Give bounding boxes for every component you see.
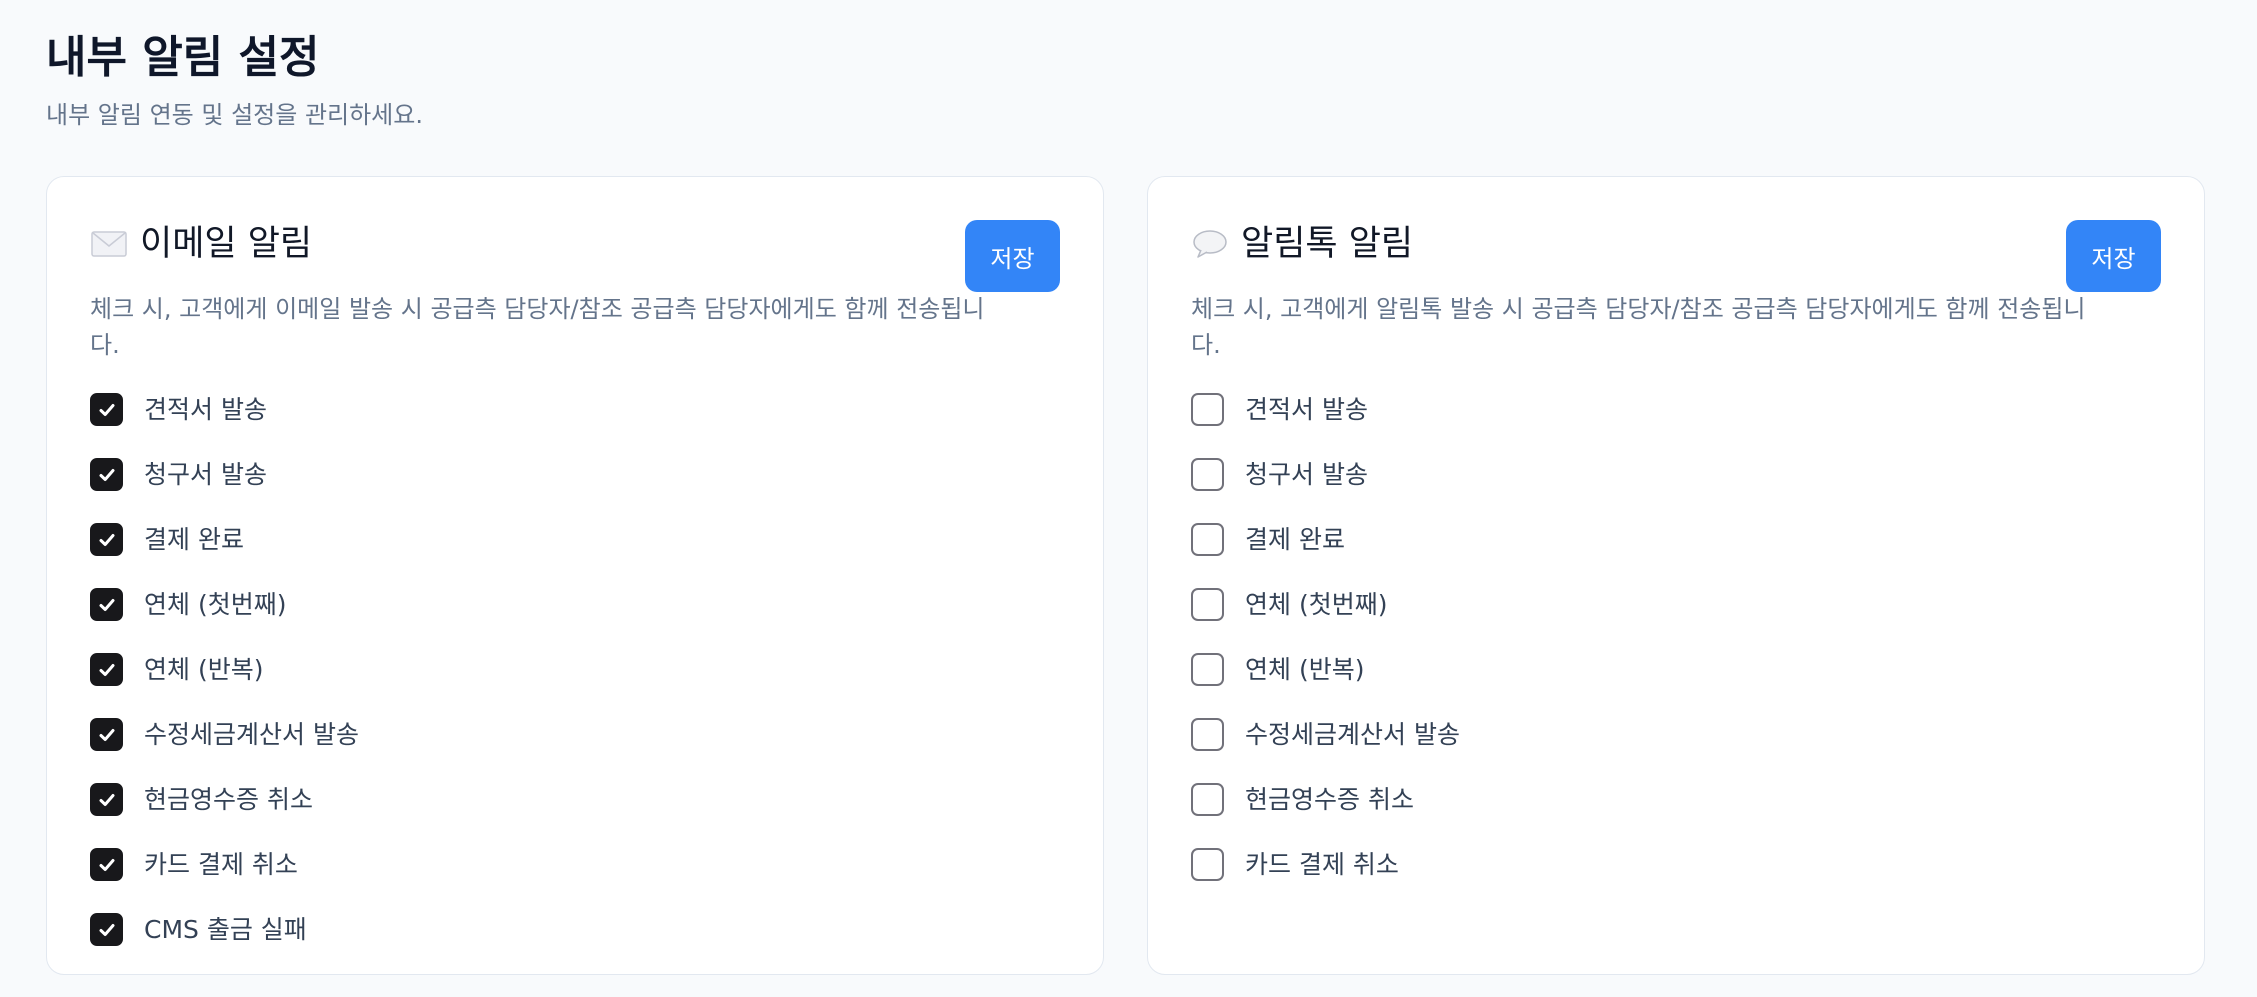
alimtalk-option-item[interactable]: 청구서 발송 (1191, 442, 1460, 507)
alimtalk-option-item[interactable]: 카드 결제 취소 (1191, 832, 1460, 897)
email-option-item[interactable]: 연체 (첫번째) (90, 572, 359, 637)
alimtalk-option-label: 결제 완료 (1245, 524, 1345, 554)
email-option-label: 결제 완료 (144, 524, 244, 554)
alimtalk-option-label: 현금영수증 취소 (1245, 784, 1414, 814)
email-option-item[interactable]: 현금영수증 취소 (90, 767, 359, 832)
envelope-icon (90, 229, 128, 259)
alimtalk-option-item[interactable]: 연체 (반복) (1191, 637, 1460, 702)
checkbox-unchecked[interactable] (1191, 718, 1224, 751)
checkmark-icon (99, 533, 114, 546)
alimtalk-option-item[interactable]: 결제 완료 (1191, 507, 1460, 572)
checkbox-unchecked[interactable] (1191, 458, 1224, 491)
alimtalk-card-header: 알림톡 알림 체크 시, 고객에게 알림톡 발송 시 공급측 담당자/참조 공급… (1191, 219, 2086, 363)
alimtalk-option-label: 카드 결제 취소 (1245, 849, 1399, 879)
email-notification-card: 이메일 알림 체크 시, 고객에게 이메일 발송 시 공급측 담당자/참조 공급… (46, 176, 1104, 975)
alimtalk-option-label: 청구서 발송 (1245, 459, 1368, 489)
email-card-title: 이메일 알림 (90, 219, 943, 269)
email-option-item[interactable]: 연체 (반복) (90, 637, 359, 702)
alimtalk-notification-card: 알림톡 알림 체크 시, 고객에게 알림톡 발송 시 공급측 담당자/참조 공급… (1147, 176, 2205, 975)
checkbox-checked[interactable] (90, 588, 123, 621)
alimtalk-option-label: 연체 (첫번째) (1245, 589, 1388, 619)
alimtalk-save-button[interactable]: 저장 (2066, 220, 2161, 292)
alimtalk-option-label: 연체 (반복) (1245, 654, 1365, 684)
alimtalk-option-label: 수정세금계산서 발송 (1245, 719, 1460, 749)
alimtalk-option-item[interactable]: 현금영수증 취소 (1191, 767, 1460, 832)
email-save-button[interactable]: 저장 (965, 220, 1060, 292)
page-header: 내부 알림 설정 내부 알림 연동 및 설정을 관리하세요. (46, 28, 423, 130)
email-option-item[interactable]: 수정세금계산서 발송 (90, 702, 359, 767)
checkbox-checked[interactable] (90, 913, 123, 946)
alimtalk-card-title: 알림톡 알림 (1191, 219, 2044, 269)
alimtalk-option-item[interactable]: 견적서 발송 (1191, 377, 1460, 442)
email-option-item[interactable]: 결제 완료 (90, 507, 359, 572)
alimtalk-option-item[interactable]: 연체 (첫번째) (1191, 572, 1460, 637)
checkmark-icon (99, 403, 114, 416)
email-option-label: 연체 (반복) (144, 654, 264, 684)
email-option-item[interactable]: 견적서 발송 (90, 377, 359, 442)
checkmark-icon (99, 663, 114, 676)
checkbox-checked[interactable] (90, 653, 123, 686)
checkmark-icon (99, 728, 114, 741)
checkbox-checked[interactable] (90, 718, 123, 751)
checkbox-unchecked[interactable] (1191, 393, 1224, 426)
checkmark-icon (99, 468, 114, 481)
email-option-item[interactable]: 청구서 발송 (90, 442, 359, 507)
email-option-label: 청구서 발송 (144, 459, 267, 489)
page-title: 내부 알림 설정 (46, 32, 320, 83)
email-option-label: 견적서 발송 (144, 394, 267, 424)
checkbox-checked[interactable] (90, 458, 123, 491)
alimtalk-option-list: 견적서 발송청구서 발송결제 완료연체 (첫번째) 연체 (반복) 수정세금계산서 … (1191, 377, 1460, 897)
email-option-label: 카드 결제 취소 (144, 849, 298, 879)
email-option-label: 연체 (첫번째) (144, 589, 287, 619)
email-card-header: 이메일 알림 체크 시, 고객에게 이메일 발송 시 공급측 담당자/참조 공급… (90, 219, 985, 363)
alimtalk-card-description: 체크 시, 고객에게 알림톡 발송 시 공급측 담당자/참조 공급측 담당자에게… (1191, 295, 2086, 359)
alimtalk-option-item[interactable]: 수정세금계산서 발송 (1191, 702, 1460, 767)
checkbox-unchecked[interactable] (1191, 783, 1224, 816)
speech-bubble-icon (1191, 229, 1229, 259)
email-option-item[interactable]: 카드 결제 취소 (90, 832, 359, 897)
checkmark-icon (99, 793, 114, 806)
checkbox-checked[interactable] (90, 393, 123, 426)
checkbox-unchecked[interactable] (1191, 653, 1224, 686)
checkmark-icon (99, 858, 114, 871)
checkbox-checked[interactable] (90, 848, 123, 881)
email-option-label: 현금영수증 취소 (144, 784, 313, 814)
email-option-list: 견적서 발송청구서 발송결제 완료연체 (첫번째) 연체 (반복) 수정세금계산서 … (90, 377, 359, 962)
email-card-title-text: 이메일 알림 (140, 224, 313, 264)
checkmark-icon (99, 923, 114, 936)
email-option-label: 수정세금계산서 발송 (144, 719, 359, 749)
email-card-description: 체크 시, 고객에게 이메일 발송 시 공급측 담당자/참조 공급측 담당자에게… (90, 295, 985, 359)
alimtalk-option-label: 견적서 발송 (1245, 394, 1368, 424)
checkbox-unchecked[interactable] (1191, 588, 1224, 621)
page-subtitle: 내부 알림 연동 및 설정을 관리하세요. (46, 101, 423, 129)
checkmark-icon (99, 598, 114, 611)
email-option-label: CMS 출금 실패 (144, 914, 307, 944)
checkbox-checked[interactable] (90, 523, 123, 556)
email-option-item[interactable]: CMS 출금 실패 (90, 897, 359, 962)
checkbox-checked[interactable] (90, 783, 123, 816)
alimtalk-card-title-text: 알림톡 알림 (1241, 224, 1414, 264)
checkbox-unchecked[interactable] (1191, 848, 1224, 881)
checkbox-unchecked[interactable] (1191, 523, 1224, 556)
